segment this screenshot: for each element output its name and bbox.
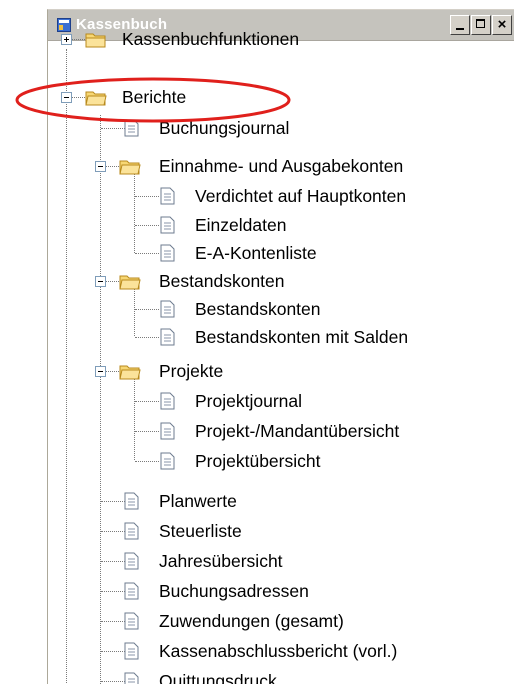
caption-buttons: × xyxy=(450,15,512,35)
tree-item-projekte[interactable]: Projekte xyxy=(159,360,223,382)
tree-connector xyxy=(101,501,125,502)
document-icon xyxy=(124,119,139,137)
document-icon xyxy=(124,672,139,684)
minimize-button[interactable] xyxy=(450,15,470,35)
tree-connector xyxy=(101,651,125,652)
document-icon xyxy=(160,300,175,318)
document-icon xyxy=(124,522,139,540)
document-icon xyxy=(124,492,139,510)
tree-connector xyxy=(101,681,125,682)
tree-connector xyxy=(101,591,125,592)
document-icon xyxy=(160,392,175,410)
tree-connector xyxy=(100,115,101,684)
report-tree: Kassenbuchfunktionen Berichte Buchungsjo… xyxy=(48,29,514,684)
folder-icon xyxy=(119,160,141,175)
folder-icon xyxy=(119,275,141,290)
tree-connector xyxy=(101,621,125,622)
tree-item-bestandskonten-folder[interactable]: Bestandskonten xyxy=(159,270,285,292)
document-icon xyxy=(160,187,175,205)
tree-item-einzeldaten[interactable]: Einzeldaten xyxy=(195,214,286,236)
tree-item-projekt-mandant[interactable]: Projekt-/Mandantübersicht xyxy=(195,420,399,442)
expand-kassenbuchfunktionen-toggle[interactable] xyxy=(61,34,72,45)
tree-connector xyxy=(135,431,159,432)
tree-connector xyxy=(135,401,159,402)
folder-icon xyxy=(119,365,141,380)
tree-connector xyxy=(135,225,159,226)
tree-connector xyxy=(135,309,159,310)
collapse-projekte-toggle[interactable] xyxy=(95,366,106,377)
collapse-einnahme-toggle[interactable] xyxy=(95,161,106,172)
folder-icon xyxy=(85,91,107,106)
tree-item-einnahme-ausgabekonten[interactable]: Einnahme- und Ausgabekonten xyxy=(159,155,403,177)
close-icon: × xyxy=(497,16,507,33)
tree-connector xyxy=(135,196,159,197)
tree-item-jahresuebersicht[interactable]: Jahresübersicht xyxy=(159,550,283,572)
tree-item-projektjournal[interactable]: Projektjournal xyxy=(195,390,302,412)
document-icon xyxy=(124,642,139,660)
tree-item-kassenbuchfunktionen[interactable]: Kassenbuchfunktionen xyxy=(122,28,299,50)
close-button[interactable]: × xyxy=(492,15,512,35)
document-icon xyxy=(124,582,139,600)
kassenbuch-window: Kassenbuch × Kassenbuchfunktionen Berich… xyxy=(47,9,514,684)
document-icon xyxy=(124,612,139,630)
folder-icon xyxy=(85,33,106,48)
document-icon xyxy=(160,328,175,346)
tree-item-zuwendungen[interactable]: Zuwendungen (gesamt) xyxy=(159,610,344,632)
tree-item-bestandskonten-salden[interactable]: Bestandskonten mit Salden xyxy=(195,326,408,348)
tree-item-buchungsjournal[interactable]: Buchungsjournal xyxy=(159,117,289,139)
tree-item-quittungsdruck[interactable]: Quittungsdruck xyxy=(159,670,277,684)
tree-item-buchungsadressen[interactable]: Buchungsadressen xyxy=(159,580,309,602)
document-icon xyxy=(160,422,175,440)
document-icon xyxy=(160,244,175,262)
collapse-bestandskonten-toggle[interactable] xyxy=(95,276,106,287)
document-icon xyxy=(160,452,175,470)
tree-item-bestandskonten[interactable]: Bestandskonten xyxy=(195,298,321,320)
tree-connector xyxy=(101,128,125,129)
tree-item-planwerte[interactable]: Planwerte xyxy=(159,490,237,512)
tree-connector xyxy=(134,172,135,253)
tree-item-kassenabschlussbericht[interactable]: Kassenabschlussbericht (vorl.) xyxy=(159,640,397,662)
tree-connector xyxy=(66,49,67,684)
document-icon xyxy=(124,552,139,570)
tree-item-ea-kontenliste[interactable]: E-A-Kontenliste xyxy=(195,242,317,264)
tree-connector xyxy=(101,531,125,532)
app-icon xyxy=(57,18,71,32)
tree-connector xyxy=(135,337,159,338)
tree-connector xyxy=(134,286,135,336)
tree-connector xyxy=(135,461,159,462)
tree-item-verdichtet[interactable]: Verdichtet auf Hauptkonten xyxy=(195,185,406,207)
tree-connector xyxy=(135,253,159,254)
collapse-berichte-toggle[interactable] xyxy=(61,92,72,103)
tree-item-berichte[interactable]: Berichte xyxy=(122,86,186,108)
tree-item-steuerliste[interactable]: Steuerliste xyxy=(159,520,242,542)
tree-item-projektuebersicht[interactable]: Projektübersicht xyxy=(195,450,320,472)
tree-connector xyxy=(134,377,135,460)
document-icon xyxy=(160,216,175,234)
maximize-button[interactable] xyxy=(471,15,491,35)
tree-connector xyxy=(101,561,125,562)
